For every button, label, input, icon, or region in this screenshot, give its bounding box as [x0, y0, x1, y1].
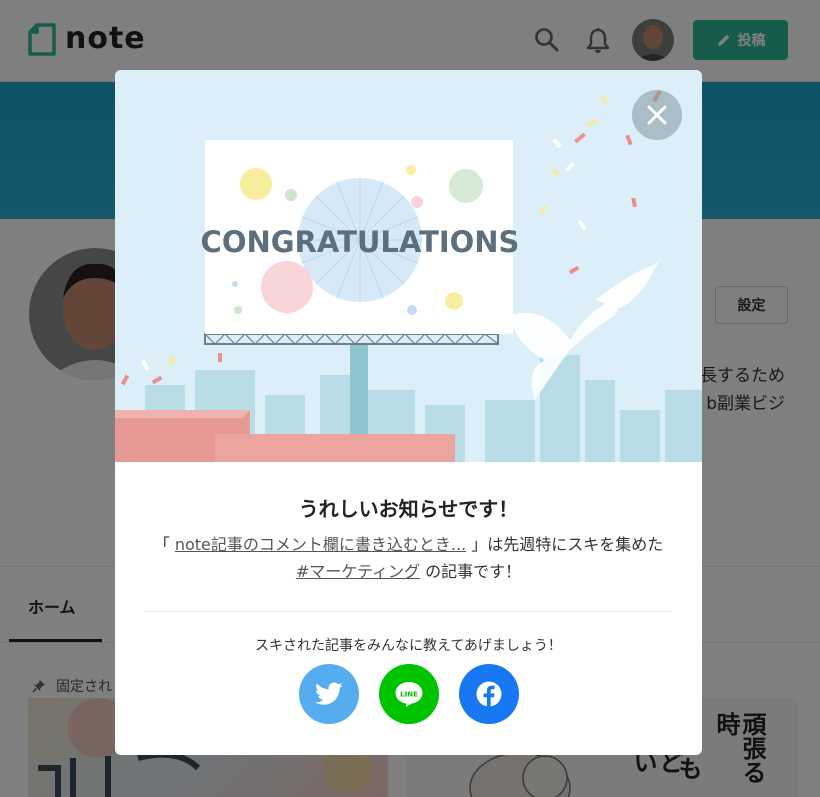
facebook-share-button[interactable] [459, 664, 519, 724]
congrats-modal: CONGRATULATIONS うれしいお知らせです！ 「 note記事のコメン… [115, 70, 702, 755]
modal-title: うれしいお知らせです！ [298, 497, 519, 521]
congratulations-text: CONGRATULATIONS [201, 225, 520, 259]
article-link[interactable]: note記事のコメント欄に書き込むとき... [175, 535, 466, 554]
modal-divider [145, 611, 672, 612]
twitter-icon [315, 682, 343, 705]
share-prompt: スキされた記事をみんなに教えてあげましょう！ [255, 638, 562, 654]
message-end: の記事です！ [420, 562, 522, 581]
line-icon-label: LINE [400, 691, 418, 699]
close-icon [647, 105, 667, 125]
message-mid: 」は先週特にスキを集めた [466, 535, 664, 554]
share-buttons: LINE [299, 664, 519, 724]
congratulations-illustration: CONGRATULATIONS [115, 70, 702, 462]
twitter-share-button[interactable] [299, 664, 359, 724]
line-icon: LINE [395, 682, 423, 707]
facebook-icon [476, 681, 502, 707]
message-open: 「 [153, 535, 175, 554]
modal-message: 「 note記事のコメント欄に書き込むとき... 」は先週特にスキを集めた #マ… [145, 531, 672, 585]
close-button[interactable] [632, 90, 682, 140]
line-share-button[interactable]: LINE [379, 664, 439, 724]
hashtag-link[interactable]: #マーケティング [296, 562, 420, 581]
